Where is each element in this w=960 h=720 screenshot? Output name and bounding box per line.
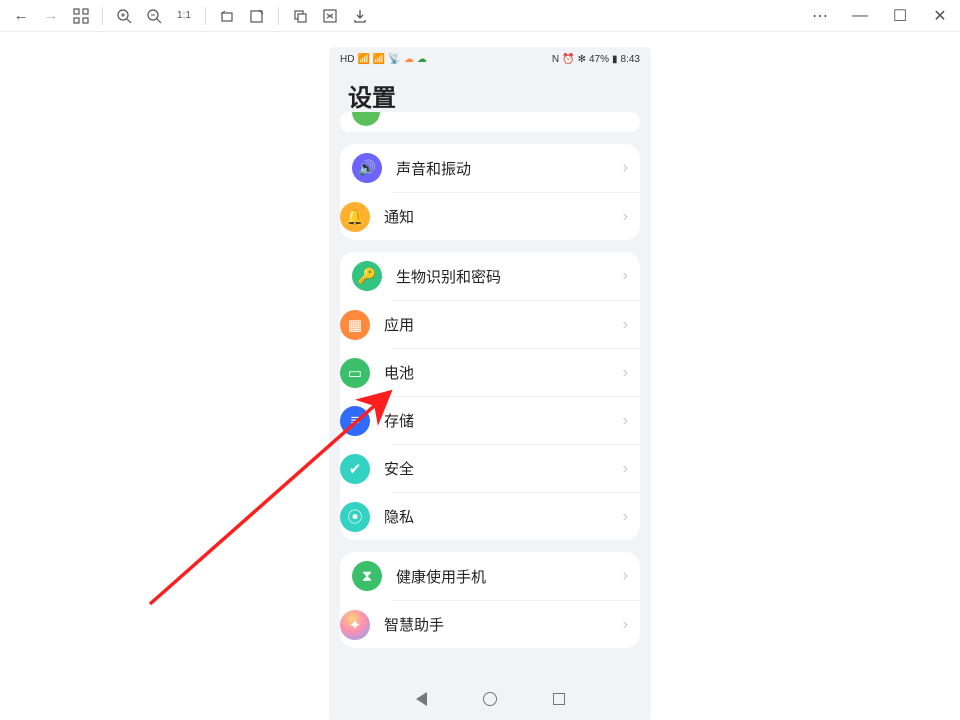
chevron-right-icon: › bbox=[623, 316, 628, 334]
peek-icon bbox=[352, 112, 380, 126]
chevron-right-icon: › bbox=[623, 567, 628, 585]
settings-row-storage[interactable]: ≡存储› bbox=[392, 396, 640, 444]
viewer-toolbar: ← → 1:1 ⋯ — ☐ ✕ bbox=[0, 0, 960, 32]
zoom-in-button[interactable] bbox=[109, 1, 139, 31]
chevron-right-icon: › bbox=[623, 460, 628, 478]
image-stage: HD 📶 📶 📡 ☁ ☁ N ⏰ ✻ 47% ▮ 8:43 设置 🔊声音和振动›… bbox=[0, 32, 960, 720]
signal-icon: 📶 bbox=[357, 54, 369, 65]
android-navbar bbox=[330, 678, 650, 720]
settings-row-label: 健康使用手机 bbox=[396, 566, 623, 587]
settings-row-privacy[interactable]: ⦿隐私› bbox=[392, 492, 640, 540]
status-time: 8:43 bbox=[621, 54, 640, 65]
copy-icon bbox=[292, 8, 308, 24]
grid-icon bbox=[73, 8, 89, 24]
cloud-icon: ☁ bbox=[404, 54, 414, 65]
signal2-icon: 📶 bbox=[373, 54, 385, 65]
settings-row-label: 电池 bbox=[384, 362, 623, 383]
health-icon: ⧗ bbox=[352, 561, 382, 591]
settings-row-label: 声音和振动 bbox=[396, 158, 623, 179]
settings-row-label: 智慧助手 bbox=[384, 614, 623, 635]
settings-row-label: 生物识别和密码 bbox=[396, 266, 623, 287]
phone-screenshot: HD 📶 📶 📡 ☁ ☁ N ⏰ ✻ 47% ▮ 8:43 设置 🔊声音和振动›… bbox=[330, 48, 650, 720]
settings-row-label: 存储 bbox=[384, 410, 623, 431]
privacy-icon: ⦿ bbox=[340, 502, 370, 532]
status-bar: HD 📶 📶 📡 ☁ ☁ N ⏰ ✻ 47% ▮ 8:43 bbox=[330, 48, 650, 70]
rotate-icon bbox=[219, 8, 235, 24]
battery-icon: ▭ bbox=[340, 358, 370, 388]
apps-icon: ▦ bbox=[340, 310, 370, 340]
thumbnails-button[interactable] bbox=[66, 1, 96, 31]
zoom-in-icon bbox=[116, 8, 132, 24]
cloud2-icon: ☁ bbox=[417, 54, 427, 65]
previous-card-peek bbox=[340, 112, 640, 132]
chevron-right-icon: › bbox=[623, 508, 628, 526]
battery-pct: 47% bbox=[589, 54, 609, 65]
settings-card: 🔑生物识别和密码›▦应用›▭电池›≡存储›✔安全›⦿隐私› bbox=[340, 252, 640, 540]
separator bbox=[102, 7, 103, 25]
nav-back-button[interactable] bbox=[416, 692, 427, 706]
separator bbox=[278, 7, 279, 25]
settings-row-label: 应用 bbox=[384, 314, 623, 335]
nav-home-button[interactable] bbox=[483, 692, 497, 706]
settings-row-sound[interactable]: 🔊 声音和振动› bbox=[340, 144, 640, 192]
settings-card: 🔊声音和振动›🔔通知› bbox=[340, 144, 640, 240]
chevron-right-icon: › bbox=[623, 208, 628, 226]
notif-icon: 🔔 bbox=[340, 202, 370, 232]
edit-button[interactable] bbox=[242, 1, 272, 31]
settings-row-label: 安全 bbox=[384, 458, 623, 479]
settings-row-health[interactable]: ⧗ 健康使用手机› bbox=[340, 552, 640, 600]
chevron-right-icon: › bbox=[623, 616, 628, 634]
shuffle-button[interactable] bbox=[315, 1, 345, 31]
chevron-right-icon: › bbox=[623, 267, 628, 285]
download-icon bbox=[352, 8, 368, 24]
separator bbox=[205, 7, 206, 25]
chevron-right-icon: › bbox=[623, 364, 628, 382]
ai-icon: ✦ bbox=[340, 610, 370, 640]
settings-card: ⧗健康使用手机›✦智慧助手› bbox=[340, 552, 640, 648]
zoom-out-icon bbox=[146, 8, 162, 24]
settings-row-battery[interactable]: ▭电池› bbox=[392, 348, 640, 396]
settings-row-label: 隐私 bbox=[384, 506, 623, 527]
sound-icon: 🔊 bbox=[352, 153, 382, 183]
settings-row-apps[interactable]: ▦应用› bbox=[392, 300, 640, 348]
actual-size-button[interactable]: 1:1 bbox=[169, 1, 199, 31]
nav-recent-button[interactable] bbox=[553, 693, 565, 705]
maximize-button[interactable]: ☐ bbox=[880, 0, 920, 32]
settings-row-ai[interactable]: ✦智慧助手› bbox=[392, 600, 640, 648]
close-button[interactable]: ✕ bbox=[920, 0, 960, 32]
minimize-button[interactable]: — bbox=[840, 0, 880, 32]
chevron-right-icon: › bbox=[623, 412, 628, 430]
copy-button[interactable] bbox=[285, 1, 315, 31]
nfc-icon: N bbox=[552, 54, 559, 65]
save-button[interactable] bbox=[345, 1, 375, 31]
security-icon: ✔ bbox=[340, 454, 370, 484]
rotate-button[interactable] bbox=[212, 1, 242, 31]
bluetooth-icon: ✻ bbox=[578, 54, 586, 65]
edit-icon bbox=[249, 8, 265, 24]
shuffle-icon bbox=[322, 8, 338, 24]
chevron-right-icon: › bbox=[623, 159, 628, 177]
settings-row-bio[interactable]: 🔑 生物识别和密码› bbox=[340, 252, 640, 300]
settings-row-security[interactable]: ✔安全› bbox=[392, 444, 640, 492]
hd-icon: HD bbox=[340, 54, 354, 65]
wifi-icon: 📡 bbox=[388, 54, 400, 65]
storage-icon: ≡ bbox=[340, 406, 370, 436]
settings-row-notif[interactable]: 🔔通知› bbox=[392, 192, 640, 240]
back-button[interactable]: ← bbox=[6, 1, 36, 31]
bio-icon: 🔑 bbox=[352, 261, 382, 291]
settings-row-label: 通知 bbox=[384, 206, 623, 227]
more-button[interactable]: ⋯ bbox=[800, 0, 840, 32]
zoom-out-button[interactable] bbox=[139, 1, 169, 31]
battery-icon: ▮ bbox=[612, 54, 618, 65]
settings-scroll[interactable]: 🔊声音和振动›🔔通知›🔑生物识别和密码›▦应用›▭电池›≡存储›✔安全›⦿隐私›… bbox=[330, 112, 650, 678]
forward-button[interactable]: → bbox=[36, 1, 66, 31]
alarm-icon: ⏰ bbox=[562, 54, 574, 65]
